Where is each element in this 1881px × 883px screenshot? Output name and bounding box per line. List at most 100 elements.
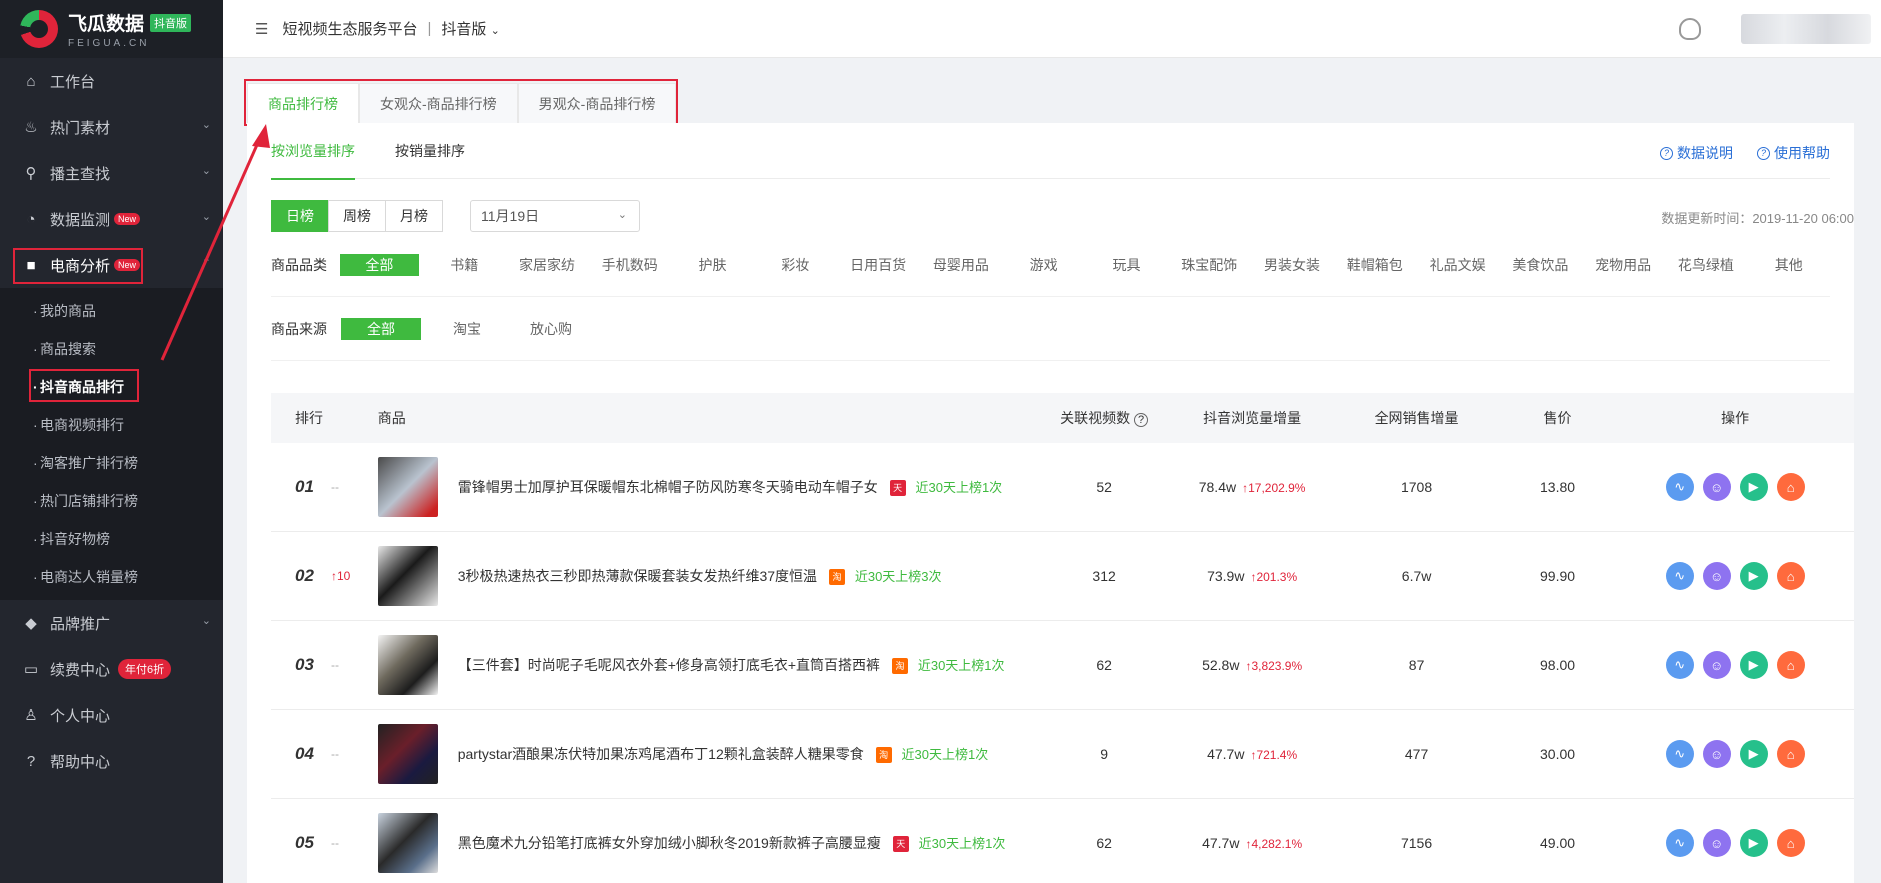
play-video-icon[interactable]: ▶	[1739, 473, 1768, 501]
period-weekly-button[interactable]: 周榜	[328, 200, 386, 232]
category-option[interactable]: 珠宝配饰	[1168, 255, 1251, 275]
category-option[interactable]: 花鸟绿植	[1665, 255, 1748, 275]
trend-chart-icon[interactable]: ∿	[1665, 651, 1694, 679]
influencer-icon[interactable]: ☺	[1702, 473, 1731, 501]
product-thumbnail[interactable]	[377, 813, 438, 873]
tab-sort-by-sales[interactable]: 按销量排序	[395, 123, 465, 179]
category-option[interactable]: 玩具	[1085, 255, 1168, 275]
tab-sort-by-views[interactable]: 按浏览量排序	[271, 123, 355, 180]
sidebar-item-hot-material[interactable]: ♨ 热门素材 ⌄	[0, 104, 223, 150]
submenu-good-items-rank[interactable]: 抖音好物榜	[0, 520, 223, 558]
influencer-icon[interactable]: ☺	[1702, 651, 1731, 679]
view-increment: 47.7w ↑721.4%	[1170, 746, 1334, 762]
trend-chart-icon[interactable]: ∿	[1665, 473, 1694, 501]
category-option[interactable]: 宠物用品	[1582, 255, 1665, 275]
main-content: 商品排行榜 女观众-商品排行榜 男观众-商品排行榜 按浏览量排序 按销量排序 ?…	[244, 79, 1881, 883]
submenu-hot-shop-rank[interactable]: 热门店铺排行榜	[0, 482, 223, 520]
shop-icon[interactable]: ⌂	[1776, 651, 1805, 679]
breadcrumb: 短视频生态服务平台 | 抖音版 ⌄	[282, 18, 499, 39]
table-row[interactable]: 03 -- 【三件套】时尚呢子毛呢风衣外套+修身高领打底毛衣+直筒百搭西裤 淘 …	[271, 621, 1854, 710]
period-daily-button[interactable]: 日榜	[271, 200, 329, 232]
sidebar-item-renewal-center[interactable]: ▭ 续费中心 年付6折	[0, 646, 223, 692]
product-name[interactable]: 黑色魔术九分铅笔打底裤女外穿加绒小脚秋冬2019新款裤子高腰显瘦	[458, 835, 881, 851]
data-explanation-link[interactable]: ? 数据说明	[1660, 143, 1733, 163]
category-option[interactable]: 鞋帽箱包	[1333, 255, 1416, 275]
play-video-icon[interactable]: ▶	[1739, 562, 1768, 590]
source-option[interactable]: 放心购	[509, 319, 593, 339]
shop-icon[interactable]: ⌂	[1776, 473, 1805, 501]
menu-toggle-icon[interactable]: ☰	[255, 20, 268, 38]
influencer-icon[interactable]: ☺	[1702, 562, 1731, 590]
table-row[interactable]: 01 -- 雷锋帽男士加厚护耳保暖帽东北棉帽子防风防寒冬天骑电动车帽子女 天猫 …	[271, 443, 1854, 532]
influencer-icon[interactable]: ☺	[1702, 829, 1731, 857]
user-avatar[interactable]	[1741, 14, 1871, 44]
period-monthly-button[interactable]: 月榜	[385, 200, 443, 232]
category-option[interactable]: 礼品文娱	[1416, 255, 1499, 275]
play-video-icon[interactable]: ▶	[1739, 740, 1768, 768]
play-video-icon[interactable]: ▶	[1739, 651, 1768, 679]
influencer-icon[interactable]: ☺	[1702, 740, 1731, 768]
category-option[interactable]: 彩妆	[754, 255, 837, 275]
trend-chart-icon[interactable]: ∿	[1665, 829, 1694, 857]
sidebar-item-personal-center[interactable]: ♙ 个人中心	[0, 692, 223, 738]
sidebar-item-streamer-search[interactable]: ⚲ 播主查找 ⌄	[0, 150, 223, 196]
category-option[interactable]: 全部	[339, 253, 419, 276]
rank-change: ↑10	[331, 569, 351, 583]
category-option[interactable]: 护肤	[671, 255, 754, 275]
version-dropdown[interactable]: 抖音版 ⌄	[441, 18, 499, 39]
product-name[interactable]: 3秒极热速热衣三秒即热薄款保暖套装女发热纤维37度恒温	[458, 568, 817, 584]
trend-chart-icon[interactable]: ∿	[1665, 740, 1694, 768]
listed-count: 近30天上榜3次	[854, 569, 942, 584]
submenu-ecommerce-video-rank[interactable]: 电商视频排行	[0, 406, 223, 444]
taobao-icon: 淘	[875, 747, 892, 764]
submenu-taoke-rank[interactable]: 淘客推广排行榜	[0, 444, 223, 482]
product-thumbnail[interactable]	[377, 635, 438, 695]
product-name[interactable]: 雷锋帽男士加厚护耳保暖帽东北棉帽子防风防寒冬天骑电动车帽子女	[458, 479, 878, 495]
shop-icon[interactable]: ⌂	[1776, 740, 1805, 768]
source-option[interactable]: 淘宝	[425, 319, 509, 339]
category-option[interactable]: 母婴用品	[920, 255, 1003, 275]
date-select[interactable]: 11月19日 ⌄	[470, 200, 640, 232]
category-option[interactable]: 其他	[1747, 255, 1830, 275]
category-option[interactable]: 家居家纺	[506, 255, 589, 275]
category-option[interactable]: 日用百货	[837, 255, 920, 275]
home-icon: ⌂	[26, 72, 36, 90]
category-label: 商品品类	[271, 256, 327, 273]
product-thumbnail[interactable]	[377, 724, 438, 784]
category-filter: 商品品类 全部 书籍 家居家纺 手机数码 护肤 彩妆 日用百货 母婴用品 游戏 …	[271, 233, 1830, 297]
header-product: 商品	[377, 410, 406, 426]
view-growth: ↑17,202.9%	[1242, 481, 1306, 495]
submenu-product-search[interactable]: 商品搜索	[0, 330, 223, 368]
category-option[interactable]: 男装女装	[1251, 255, 1334, 275]
logo[interactable]: 飞瓜数据 抖音版 FEIGUA.CN	[0, 0, 223, 58]
sidebar-item-brand-promotion[interactable]: ◆ 品牌推广 ⌄	[0, 600, 223, 646]
category-option[interactable]: 美食饮品	[1499, 255, 1582, 275]
sidebar-item-workbench[interactable]: ⌂ 工作台	[0, 58, 223, 104]
table-row[interactable]: 04 -- partystar酒酿果冻伏特加果冻鸡尾酒布丁12颗礼盒装醉人糖果零…	[271, 710, 1854, 799]
shop-icon[interactable]: ⌂	[1776, 562, 1805, 590]
info-icon[interactable]: ?	[1133, 413, 1149, 427]
sidebar-item-data-monitor[interactable]: ◔ 数据监测 New ⌄	[0, 196, 223, 242]
sales-increment: 1708	[1400, 479, 1433, 495]
product-name[interactable]: 【三件套】时尚呢子毛呢风衣外套+修身高领打底毛衣+直筒百搭西裤	[458, 657, 880, 673]
table-row[interactable]: 02 ↑10 3秒极热速热衣三秒即热薄款保暖套装女发热纤维37度恒温 淘 近30…	[271, 532, 1854, 621]
shop-icon[interactable]: ⌂	[1776, 829, 1805, 857]
usage-help-link[interactable]: ? 使用帮助	[1757, 143, 1830, 163]
category-option[interactable]: 手机数码	[588, 255, 671, 275]
table-row[interactable]: 05 -- 黑色魔术九分铅笔打底裤女外穿加绒小脚秋冬2019新款裤子高腰显瘦 天…	[271, 799, 1854, 883]
product-name[interactable]: partystar酒酿果冻伏特加果冻鸡尾酒布丁12颗礼盒装醉人糖果零食	[458, 746, 864, 762]
trend-chart-icon[interactable]: ∿	[1665, 562, 1694, 590]
headset-icon[interactable]	[1679, 18, 1701, 40]
view-value: 78.4w	[1198, 479, 1237, 495]
price: 98.00	[1540, 657, 1576, 673]
sidebar-item-help-center[interactable]: ? 帮助中心	[0, 738, 223, 784]
category-option[interactable]: 书籍	[423, 255, 506, 275]
source-option[interactable]: 全部	[341, 317, 421, 340]
product-thumbnail[interactable]	[377, 546, 438, 606]
submenu-influencer-sales-rank[interactable]: 电商达人销量榜	[0, 558, 223, 596]
play-video-icon[interactable]: ▶	[1739, 829, 1768, 857]
product-thumbnail[interactable]	[377, 457, 438, 517]
category-option[interactable]: 游戏	[1002, 255, 1085, 275]
submenu-my-products[interactable]: 我的商品	[0, 292, 223, 330]
sidebar-item-label: 续费中心	[50, 661, 111, 679]
